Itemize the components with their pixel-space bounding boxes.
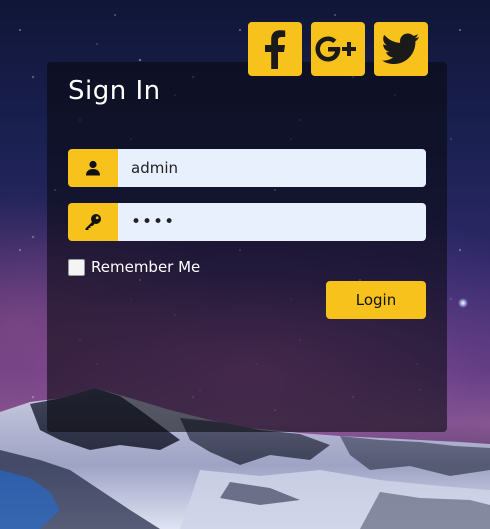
key-icon (68, 203, 118, 241)
social-login-group (248, 22, 428, 76)
twitter-icon (382, 33, 419, 64)
login-button[interactable]: Login (326, 281, 426, 319)
password-field-group (68, 203, 426, 241)
remember-me[interactable]: Remember Me (68, 258, 200, 276)
page-title: Sign In (68, 76, 161, 106)
username-field-group (68, 149, 426, 187)
username-input[interactable] (118, 149, 426, 187)
google-plus-icon (315, 36, 356, 62)
facebook-button[interactable] (248, 22, 302, 76)
remember-me-label: Remember Me (91, 258, 201, 276)
facebook-icon (265, 30, 286, 69)
twitter-button[interactable] (374, 22, 428, 76)
remember-me-checkbox[interactable] (68, 258, 85, 276)
user-icon (68, 149, 118, 187)
password-input[interactable] (118, 203, 426, 241)
sign-in-panel: Sign In Remember Me Login (47, 62, 447, 432)
google-plus-button[interactable] (311, 22, 365, 76)
